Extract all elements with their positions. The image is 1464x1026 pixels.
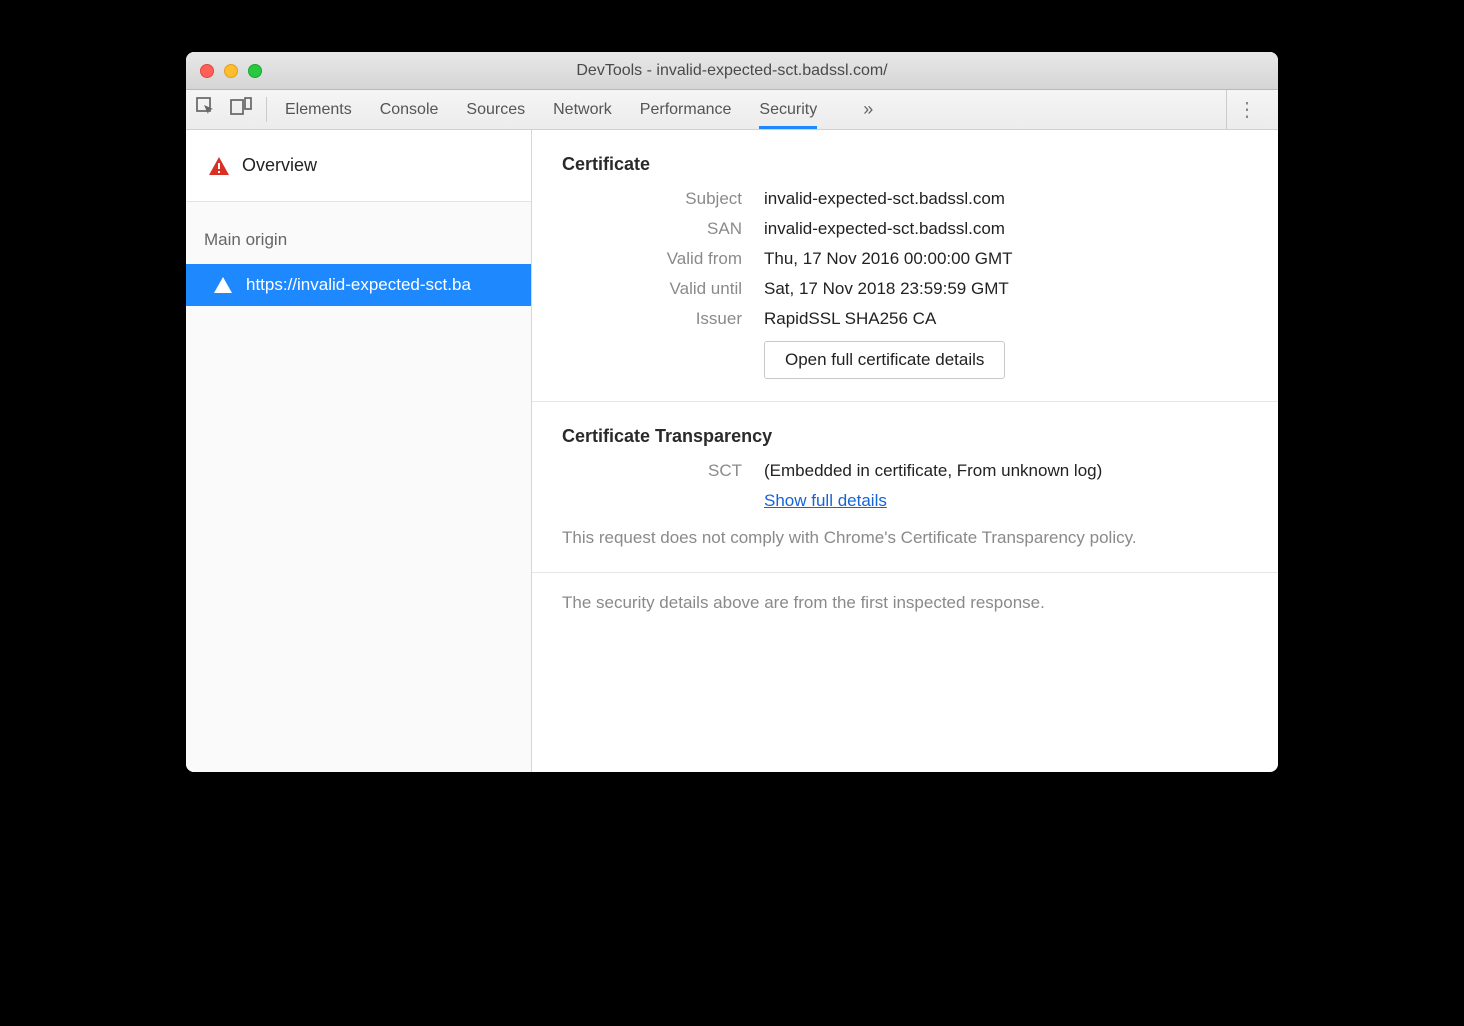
cert-row-san: SAN invalid-expected-sct.badssl.com [562, 219, 1248, 239]
content-area: Overview Main origin https://invalid-exp… [186, 130, 1278, 772]
ct-row-link: Show full details [562, 491, 1248, 511]
tab-console[interactable]: Console [380, 90, 439, 129]
kv-value: invalid-expected-sct.badssl.com [764, 219, 1005, 239]
device-toolbar-icon[interactable] [230, 97, 252, 122]
kv-value: RapidSSL SHA256 CA [764, 309, 936, 329]
ct-heading: Certificate Transparency [562, 426, 1248, 447]
kv-value: (Embedded in certificate, From unknown l… [764, 461, 1102, 481]
security-main-panel: Certificate Subject invalid-expected-sct… [532, 130, 1278, 772]
kv-label: Valid from [562, 249, 742, 269]
warning-triangle-icon [208, 156, 230, 176]
devtools-toolbar: Elements Console Sources Network Perform… [186, 90, 1278, 130]
cert-row-valid-until: Valid until Sat, 17 Nov 2018 23:59:59 GM… [562, 279, 1248, 299]
show-full-details-link[interactable]: Show full details [764, 491, 887, 510]
tab-network[interactable]: Network [553, 90, 612, 129]
inspect-element-icon[interactable] [196, 97, 216, 122]
kv-value: Sat, 17 Nov 2018 23:59:59 GMT [764, 279, 1009, 299]
kv-label: SCT [562, 461, 742, 481]
certificate-section: Certificate Subject invalid-expected-sct… [532, 130, 1278, 402]
cert-row-valid-from: Valid from Thu, 17 Nov 2016 00:00:00 GMT [562, 249, 1248, 269]
titlebar: DevTools - invalid-expected-sct.badssl.c… [186, 52, 1278, 90]
panel-tabs: Elements Console Sources Network Perform… [277, 90, 873, 129]
open-cert-details-button[interactable]: Open full certificate details [764, 341, 1005, 379]
kv-label: SAN [562, 219, 742, 239]
origin-url: https://invalid-expected-sct.ba [246, 275, 471, 295]
kv-label: Subject [562, 189, 742, 209]
tabs-overflow-icon[interactable]: » [863, 99, 873, 120]
kv-label [562, 491, 742, 511]
cert-row-issuer: Issuer RapidSSL SHA256 CA [562, 309, 1248, 329]
tab-elements[interactable]: Elements [285, 90, 352, 129]
certificate-heading: Certificate [562, 154, 1248, 175]
tab-performance[interactable]: Performance [640, 90, 732, 129]
kv-value: Thu, 17 Nov 2016 00:00:00 GMT [764, 249, 1013, 269]
ct-section: Certificate Transparency SCT (Embedded i… [532, 402, 1278, 573]
ct-row-sct: SCT (Embedded in certificate, From unkno… [562, 461, 1248, 481]
cert-row-subject: Subject invalid-expected-sct.badssl.com [562, 189, 1248, 209]
devtools-window: DevTools - invalid-expected-sct.badssl.c… [186, 52, 1278, 772]
kebab-menu-icon[interactable]: ⋮ [1226, 90, 1268, 129]
tab-sources[interactable]: Sources [466, 90, 525, 129]
main-origin-heading: Main origin [186, 202, 531, 264]
kv-label: Issuer [562, 309, 742, 329]
kv-label: Valid until [562, 279, 742, 299]
overview-item[interactable]: Overview [186, 130, 531, 202]
origin-item[interactable]: https://invalid-expected-sct.ba [186, 264, 531, 306]
overview-label: Overview [242, 155, 317, 176]
tab-security[interactable]: Security [759, 90, 817, 129]
warning-triangle-icon [214, 277, 232, 293]
window-title: DevTools - invalid-expected-sct.badssl.c… [186, 62, 1278, 80]
security-sidebar: Overview Main origin https://invalid-exp… [186, 130, 532, 772]
ct-note: This request does not comply with Chrome… [562, 527, 1248, 550]
kv-value: invalid-expected-sct.badssl.com [764, 189, 1005, 209]
footer-note: The security details above are from the … [532, 573, 1278, 633]
